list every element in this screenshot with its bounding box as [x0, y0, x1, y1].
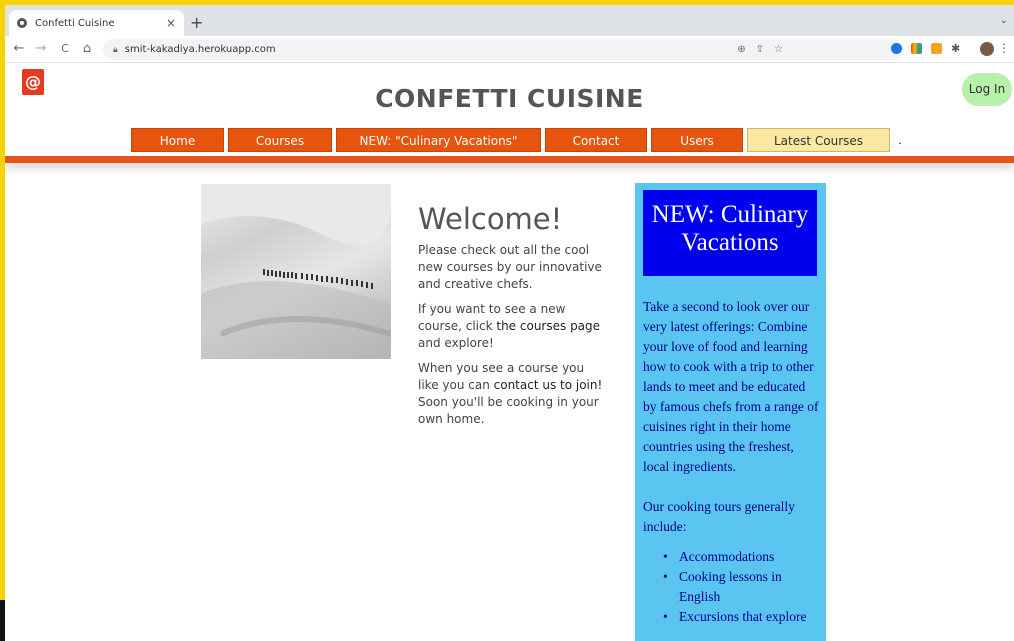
- culinary-vacations-sidebar: NEW: Culinary Vacations Take a second to…: [635, 183, 826, 641]
- header-divider: [5, 156, 1014, 163]
- page-title: CONFETTI CUISINE: [375, 84, 644, 113]
- tour-includes-list: Accommodations Cooking lessons in Englis…: [643, 547, 821, 627]
- puzzle-icon[interactable]: ✱: [951, 43, 962, 54]
- close-icon[interactable]: ×: [166, 16, 176, 30]
- contact-link[interactable]: contact us to join!: [494, 378, 603, 392]
- nav-latest-courses[interactable]: Latest Courses: [747, 128, 890, 152]
- lock-icon: 🔒︎: [113, 44, 118, 55]
- url-text: smit-kakadiya.herokuapp.com: [124, 44, 276, 55]
- welcome-section: Welcome! Please check out all the cool n…: [418, 202, 608, 436]
- sidebar-body: Take a second to look over our very late…: [643, 297, 821, 627]
- tab-title: Confetti Cuisine: [35, 17, 115, 29]
- home-button[interactable]: ⌂: [79, 41, 95, 57]
- zoom-icon[interactable]: ⊕: [737, 39, 745, 60]
- welcome-text: and explore!: [418, 336, 494, 350]
- nav-home[interactable]: Home: [131, 128, 224, 152]
- edge-bar: [0, 600, 5, 641]
- courses-page-link[interactable]: the courses page: [496, 319, 600, 333]
- profile-avatar[interactable]: [980, 42, 994, 56]
- star-icon[interactable]: ☆: [774, 39, 783, 60]
- sidebar-paragraph-1: Take a second to look over our very late…: [643, 299, 819, 474]
- welcome-text: Soon you'll be cooking in your own home.: [418, 395, 599, 426]
- nav-culinary-vacations[interactable]: NEW: "Culinary Vacations": [336, 128, 541, 152]
- list-item: Excursions that explore: [663, 607, 821, 627]
- address-bar[interactable]: 🔒︎ smit-kakadiya.herokuapp.com ⊕ ⇧ ☆: [103, 39, 903, 60]
- list-item: Cooking lessons in English: [663, 567, 821, 607]
- snow-caravan-image: [201, 184, 391, 359]
- welcome-heading: Welcome!: [418, 202, 563, 236]
- back-button[interactable]: ←: [11, 41, 27, 57]
- globe-icon: [17, 18, 27, 28]
- tab-strip: Confetti Cuisine × + ⌄: [5, 5, 1014, 36]
- sidebar-heading: NEW: Culinary Vacations: [643, 190, 817, 276]
- welcome-paragraph-3: When you see a course you like you can c…: [418, 360, 608, 428]
- new-tab-button[interactable]: +: [190, 13, 203, 32]
- chevron-down-icon[interactable]: ⌄: [1000, 15, 1008, 26]
- more-icon[interactable]: ⋮: [998, 41, 1010, 55]
- welcome-paragraph-2: If you want to see a new course, click t…: [418, 301, 608, 352]
- welcome-paragraph-1: Please check out all the cool new course…: [418, 243, 602, 291]
- extension-icon[interactable]: [931, 43, 942, 54]
- nav-trailing-dot: .: [898, 133, 902, 147]
- sidebar-paragraph-2: Our cooking tours generally include:: [643, 499, 795, 534]
- browser-window: Confetti Cuisine × + ⌄ ← → C ⌂ 🔒︎ smit-k…: [5, 5, 1014, 641]
- login-button[interactable]: Log In: [962, 73, 1012, 106]
- list-item: Accommodations: [663, 547, 821, 567]
- browser-toolbar: ← → C ⌂ 🔒︎ smit-kakadiya.herokuapp.com ⊕…: [5, 36, 1014, 63]
- reload-button[interactable]: C: [57, 41, 73, 57]
- share-icon[interactable]: ⇧: [756, 39, 764, 60]
- main-nav: Home Courses NEW: "Culinary Vacations" C…: [131, 128, 902, 153]
- extension-icon[interactable]: [911, 43, 922, 54]
- browser-tab[interactable]: Confetti Cuisine ×: [9, 10, 184, 36]
- forward-button[interactable]: →: [33, 41, 49, 57]
- web-page: @ CONFETTI CUISINE Log In Home Courses N…: [5, 64, 1014, 641]
- extension-icon[interactable]: [891, 43, 902, 54]
- nav-courses[interactable]: Courses: [228, 128, 332, 152]
- nav-users[interactable]: Users: [651, 128, 743, 152]
- nav-contact[interactable]: Contact: [545, 128, 647, 152]
